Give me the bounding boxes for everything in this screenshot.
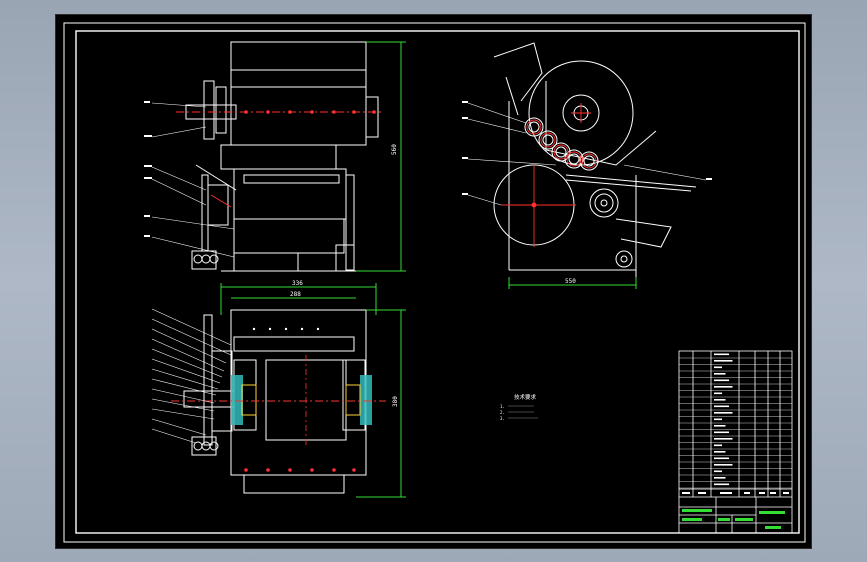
note-1: 1. <box>500 404 505 409</box>
parts-row-text <box>714 483 729 486</box>
parts-list-header-text <box>682 492 789 494</box>
top-width-label: 336 <box>292 280 303 287</box>
front-view <box>185 41 379 272</box>
parts-row-text <box>714 373 726 375</box>
parts-row-text <box>714 353 729 356</box>
parts-row-text <box>714 386 733 388</box>
parts-row-text <box>714 444 722 447</box>
parts-row-text <box>714 392 722 395</box>
front-height-label: 560 <box>391 144 398 155</box>
plan-bearing-hatch <box>231 375 372 425</box>
plan-leaders <box>151 308 232 444</box>
inner-width-label: 288 <box>290 291 301 298</box>
parts-row-text <box>714 366 722 369</box>
title-block-green-text <box>682 509 785 529</box>
note-2: 2. <box>500 410 505 415</box>
notes-title: 技术要求 <box>514 393 537 401</box>
front-centerline <box>176 110 384 208</box>
parts-row-text <box>714 360 733 362</box>
parts-row-text <box>714 457 729 460</box>
parts-row-text <box>714 438 733 440</box>
side-red-rollers <box>501 103 597 247</box>
parts-row-text <box>714 464 733 466</box>
outer-frame <box>63 22 806 543</box>
parts-row-text <box>714 431 729 434</box>
parts-row-text <box>714 451 726 453</box>
front-height-dimension <box>356 41 406 272</box>
plan-height-label: 380 <box>392 396 399 407</box>
side-width-label: 550 <box>565 278 576 285</box>
note-lines <box>508 405 538 419</box>
inner-frame <box>75 30 800 534</box>
cad-viewport[interactable]: 560 336 288 380 技术要求 1. 2. 3. 550 <box>55 14 812 549</box>
note-3: 3. <box>500 416 505 421</box>
parts-row-text <box>714 470 722 473</box>
parts-rows <box>679 353 792 489</box>
front-leaders <box>151 102 235 258</box>
drawing-sheet: 560 336 288 380 技术要求 1. 2. 3. 550 <box>63 22 806 543</box>
parts-row-text <box>714 477 726 479</box>
plan-dimensions <box>220 283 406 498</box>
parts-row-text <box>714 405 729 408</box>
parts-row-text <box>714 412 733 414</box>
parts-list <box>678 350 793 534</box>
parts-row-text <box>714 418 722 421</box>
parts-row-text <box>714 399 726 401</box>
parts-row-text <box>714 379 729 382</box>
parts-row-text <box>714 425 726 427</box>
